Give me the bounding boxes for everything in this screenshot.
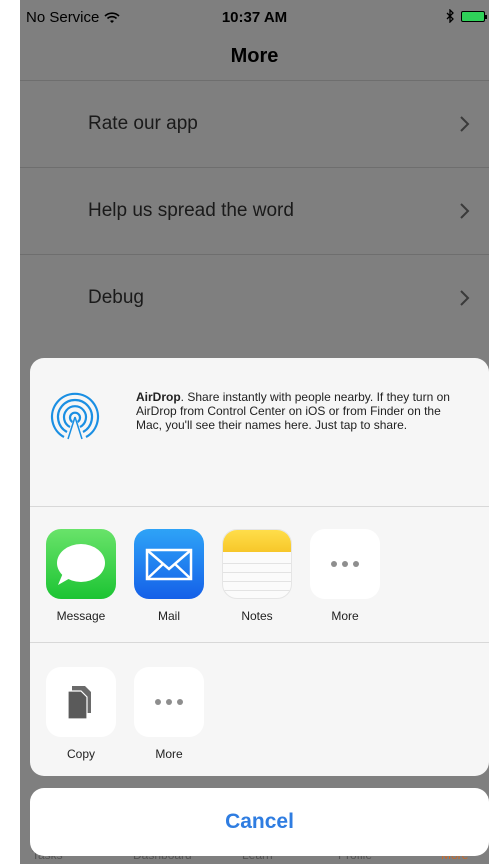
more-icon xyxy=(134,667,204,737)
share-action-label: Copy xyxy=(66,747,95,761)
share-app-notes[interactable]: Notes xyxy=(222,529,292,623)
status-time: 10:37 AM xyxy=(221,9,288,26)
battery-icon xyxy=(461,10,487,22)
share-app-label: Mail xyxy=(157,609,180,623)
chevron-right-icon xyxy=(460,203,470,219)
menu-item-label: Rate our app xyxy=(88,113,198,134)
share-app-label: Message xyxy=(56,609,106,623)
more-icon xyxy=(310,529,380,599)
airdrop-icon xyxy=(50,392,100,440)
app-screen: No Service 10:37 AM More Rate our app He… xyxy=(20,0,489,864)
message-icon xyxy=(46,529,116,599)
share-app-mail[interactable]: Mail xyxy=(134,529,204,623)
chevron-right-icon xyxy=(460,290,470,306)
share-app-more[interactable]: More xyxy=(310,529,380,623)
airdrop-description: AirDrop. Share instantly with people nea… xyxy=(136,390,466,432)
share-actions-row: Copy More xyxy=(30,643,489,776)
menu-item-label: Help us spread the word xyxy=(88,200,294,221)
menu-item-rate-app[interactable]: Rate our app xyxy=(20,80,489,167)
cancel-button[interactable]: Cancel xyxy=(30,788,489,856)
share-sheet: AirDrop. Share instantly with people nea… xyxy=(30,358,489,776)
mail-icon xyxy=(134,529,204,599)
more-menu-list: Rate our app Help us spread the word Deb… xyxy=(20,80,489,341)
share-action-copy[interactable]: Copy xyxy=(46,667,116,761)
share-action-more[interactable]: More xyxy=(134,667,204,761)
share-action-label: More xyxy=(155,747,183,761)
status-right xyxy=(446,9,487,23)
share-app-message[interactable]: Message xyxy=(46,529,116,623)
airdrop-section[interactable]: AirDrop. Share instantly with people nea… xyxy=(30,358,489,507)
share-app-label: More xyxy=(331,609,359,623)
menu-item-debug[interactable]: Debug xyxy=(20,254,489,341)
bluetooth-icon xyxy=(446,9,454,23)
share-app-label: Notes xyxy=(241,609,273,623)
share-apps-row: Message Mail Notes More xyxy=(30,507,489,643)
notes-icon xyxy=(222,529,292,599)
page-title: More xyxy=(230,45,279,67)
airdrop-body: . Share instantly with people nearby. If… xyxy=(136,390,450,432)
menu-item-label: Debug xyxy=(88,287,144,308)
copy-icon xyxy=(46,667,116,737)
chevron-right-icon xyxy=(460,116,470,132)
menu-item-spread-word[interactable]: Help us spread the word xyxy=(20,167,489,254)
status-bar: No Service 10:37 AM xyxy=(20,0,489,36)
airdrop-title: AirDrop xyxy=(136,390,181,404)
